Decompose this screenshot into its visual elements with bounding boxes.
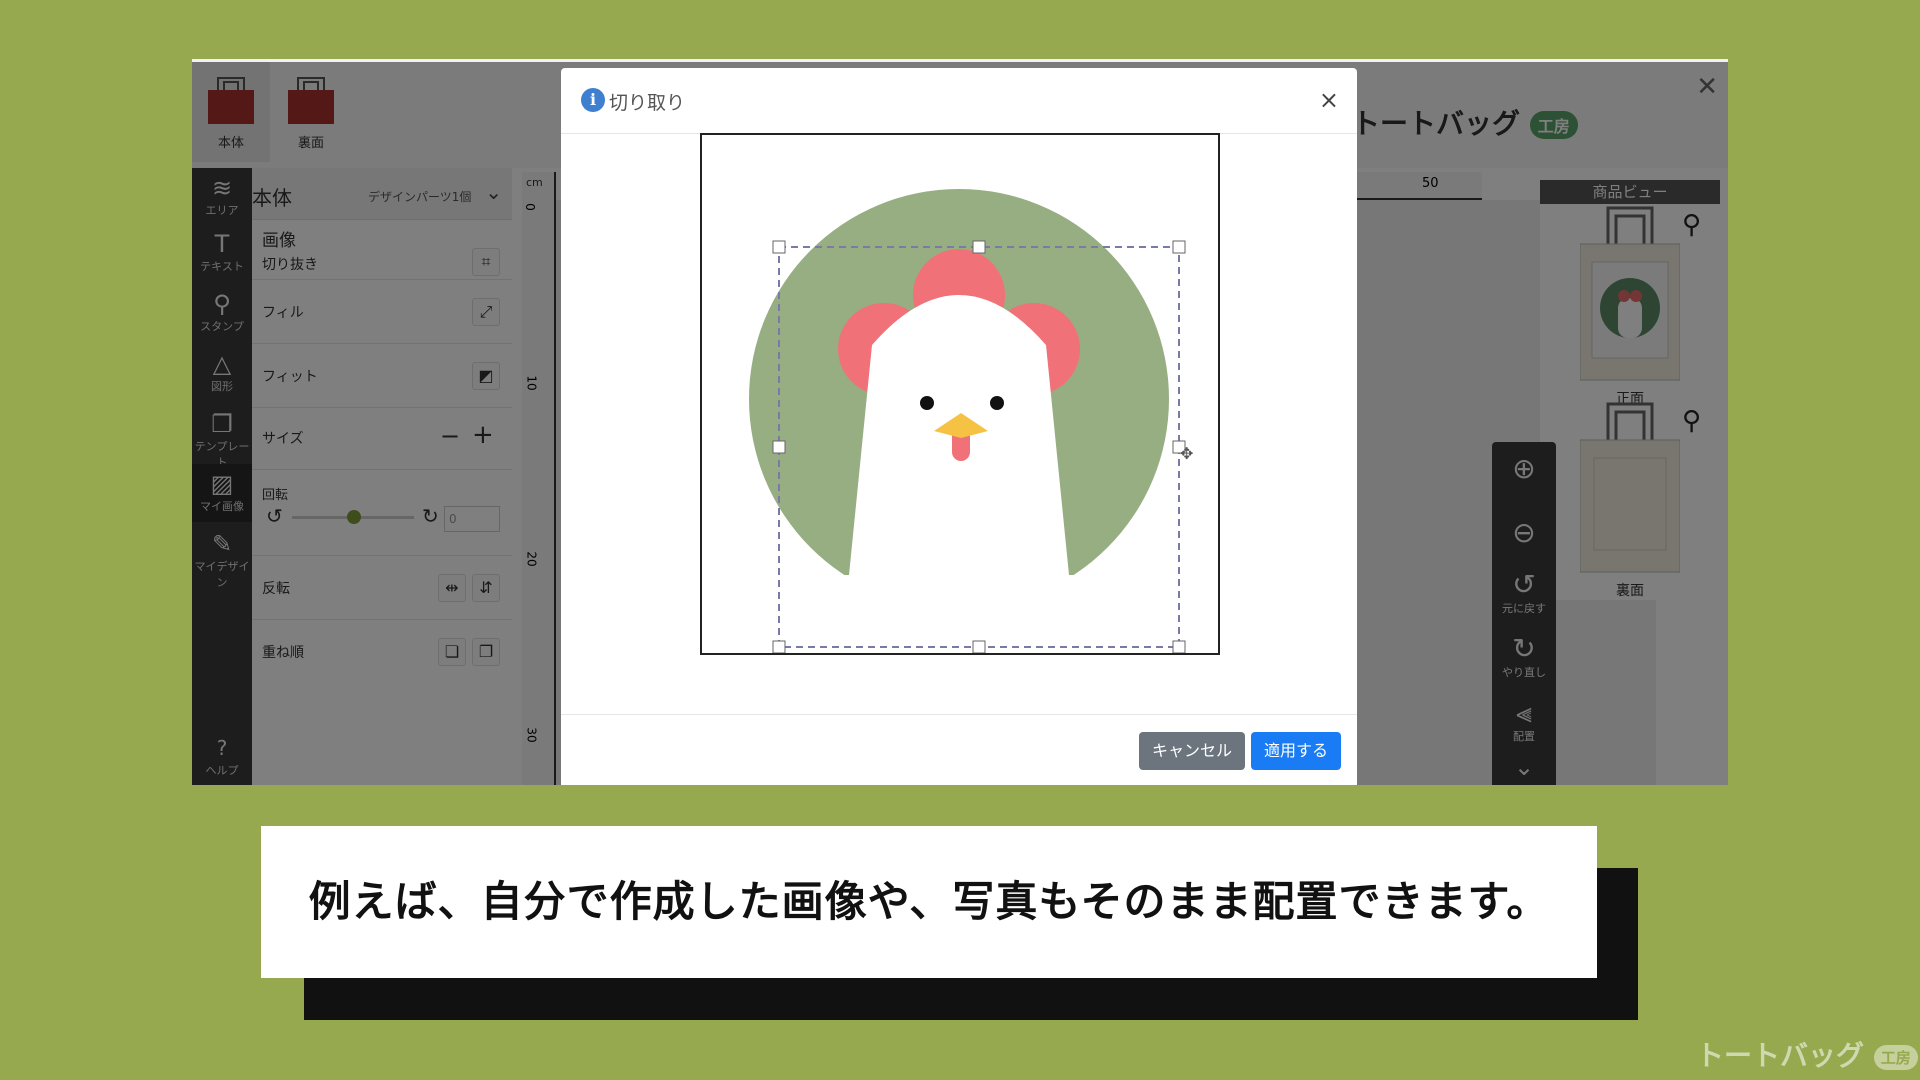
- watermark-text: トートバッグ: [1696, 1039, 1865, 1072]
- watermark-badge: 工房: [1873, 1044, 1918, 1070]
- caption-text: 例えば、自分で作成した画像や、写真もそのまま配置できます。: [308, 877, 1550, 926]
- dialog-footer: キャンセル 適用する: [561, 714, 1357, 785]
- cancel-button[interactable]: キャンセル: [1139, 732, 1245, 770]
- editor-window: 本体 裏面 トートバッグ 工房 ✕ ≋エリア Tテキスト ⚲スタンプ △図形 ❐…: [192, 59, 1728, 785]
- dialog-close-button[interactable]: ×: [1319, 86, 1339, 114]
- dialog-title: 切り取り: [609, 92, 686, 114]
- crop-stage[interactable]: ✥: [700, 133, 1220, 655]
- chicken-image: ✥: [749, 189, 1193, 653]
- crop-dialog: i 切り取り × ✥ キャンセル 適用する: [561, 68, 1357, 785]
- caption-box: 例えば、自分で作成した画像や、写真もそのまま配置できます。: [261, 826, 1597, 978]
- svg-text:✥: ✥: [1180, 444, 1193, 463]
- dialog-header: i 切り取り ×: [561, 68, 1357, 134]
- watermark-logo: トートバッグ 工房: [1696, 1034, 1918, 1074]
- apply-button[interactable]: 適用する: [1251, 732, 1341, 770]
- info-icon: i: [581, 88, 605, 112]
